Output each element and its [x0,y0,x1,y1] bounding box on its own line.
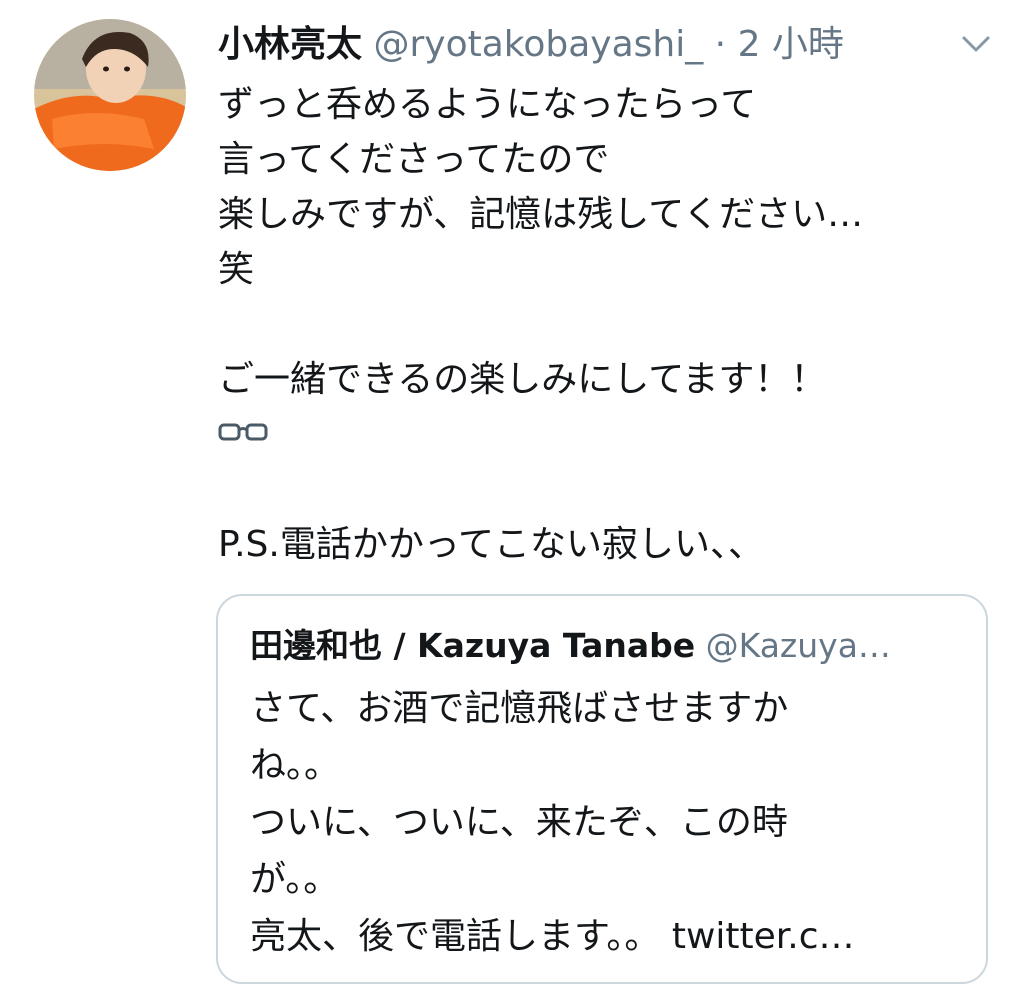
quoted-user-handle: @Kazuya… [705,626,891,665]
quoted-tweet-text: さて、お酒で記憶飛ばさせますか ね。。 ついに、ついに、来たぞ、この時 が。。 … [250,680,960,965]
glasses-emoji-icon [218,423,268,441]
tweet-text-line: 楽しみですが、記憶は残してください… [218,194,864,235]
tweet-text-line: 言ってくださってたので [218,139,610,180]
tweet-menu-button[interactable] [956,28,996,60]
separator-dot: · [703,24,738,65]
tweet-text-line: 笑 [218,249,255,290]
quoted-text-line: さて、お酒で記憶飛ばさせますか [250,688,789,729]
quoted-tweet-card[interactable]: 田邊和也 / Kazuya Tanabe @Kazuya… さて、お酒で記憶飛ば… [216,594,988,984]
avatar-photo [34,19,186,171]
emoji-line [218,407,1008,462]
quoted-display-name: 田邊和也 / Kazuya Tanabe [250,626,696,665]
chevron-down-icon [962,36,990,52]
quoted-text-line: ついに、ついに、来たぞ、この時 [250,802,788,843]
quoted-text-line: 亮太、後で電話します。。 twitter.c… [250,916,855,957]
quoted-text-line: ね。。 [250,745,341,786]
quoted-text-line: が。。 [250,859,340,900]
display-name[interactable]: 小林亮太 [218,24,362,65]
tweet-text: ずっと呑めるようになったらって 言ってくださってたので 楽しみですが、記憶は残し… [218,77,1008,572]
tweet-text-line: P.S.電話かかってこない寂しい、、 [218,524,765,565]
tweet-text-line: ご一緒できるの楽しみにしてます！！ [218,359,827,400]
avatar[interactable] [34,19,186,171]
quoted-tweet-header: 田邊和也 / Kazuya Tanabe @Kazuya… [250,622,960,670]
timestamp[interactable]: 2 小時 [738,24,844,65]
user-handle[interactable]: @ryotakobayashi_ [373,24,703,65]
tweet-text-line: ずっと呑めるようになったらって [218,84,757,125]
tweet-header: 小林亮太 @ryotakobayashi_ · 2 小時 [218,20,918,70]
